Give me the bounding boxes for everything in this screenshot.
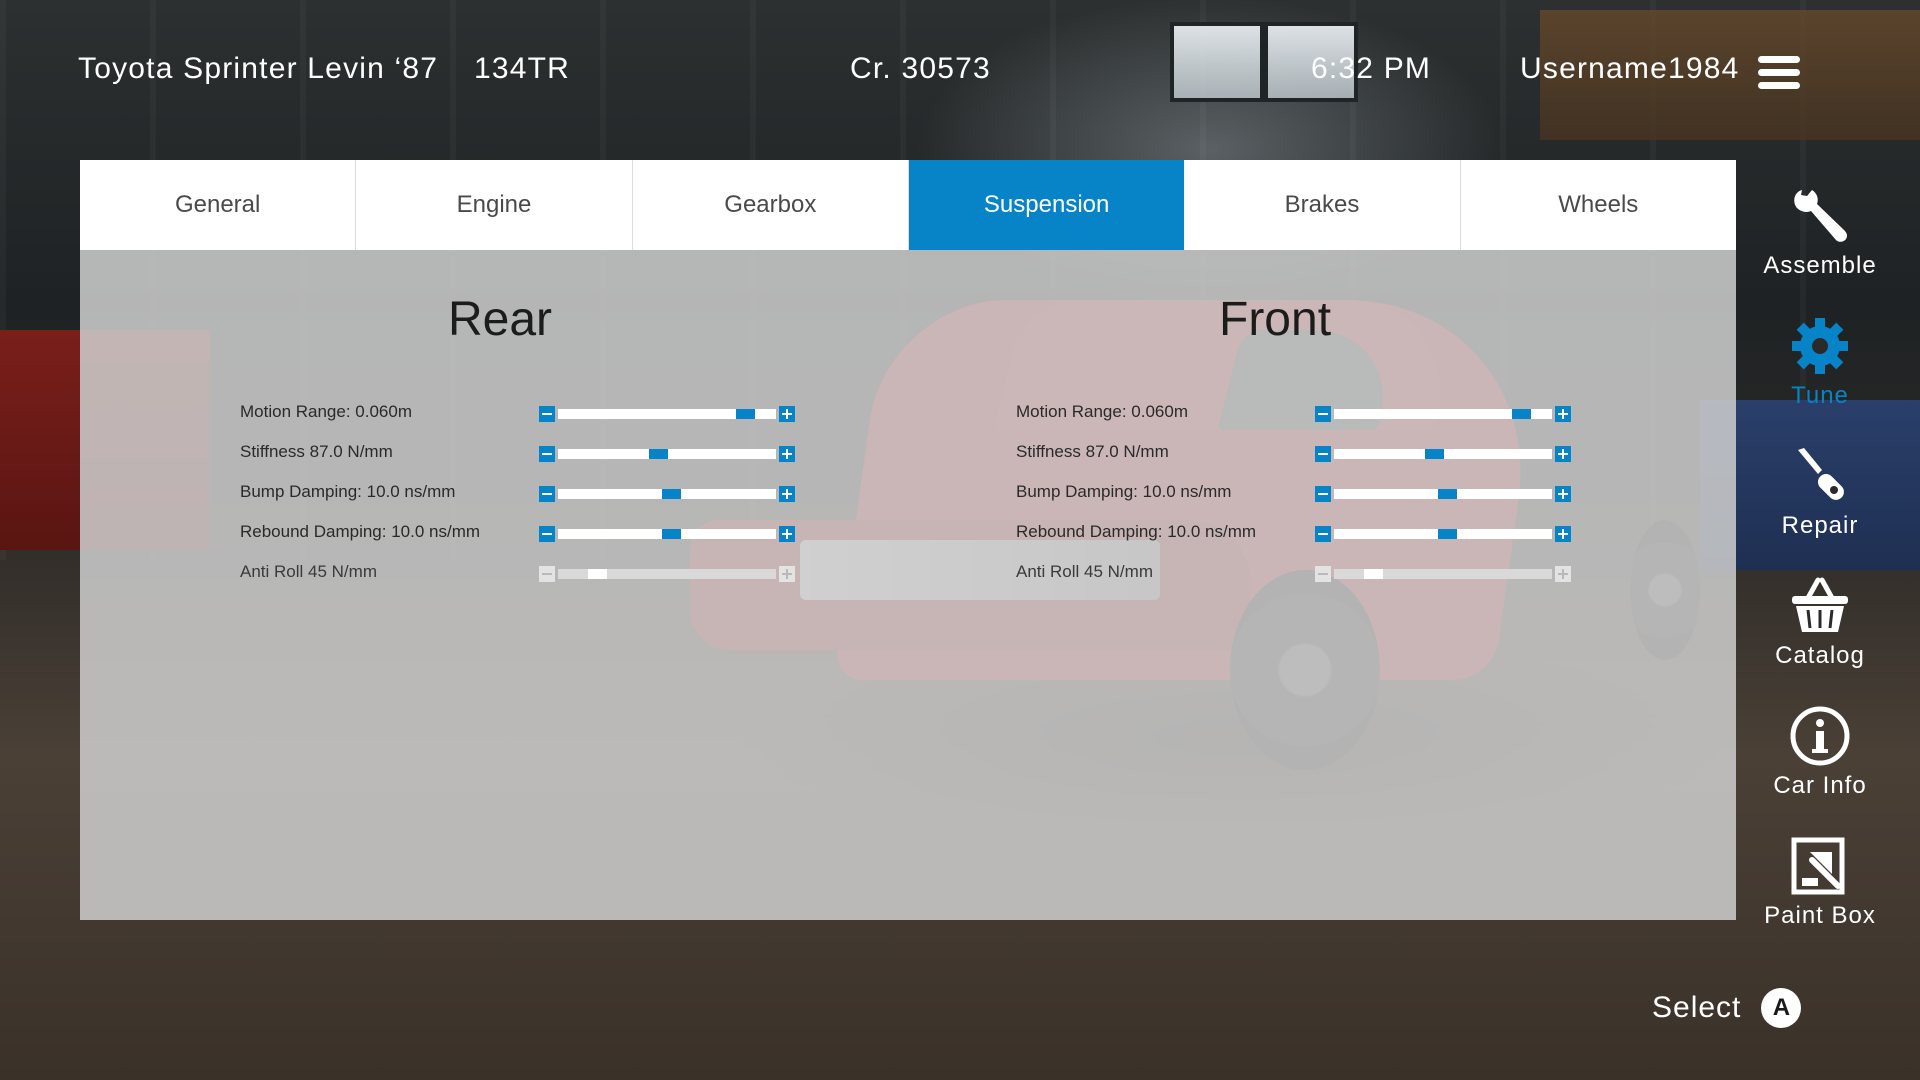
username: Username1984	[1520, 52, 1740, 85]
tab-general[interactable]: General	[80, 160, 357, 250]
plus-icon[interactable]	[779, 526, 795, 542]
suspension-settings: Rear Front Motion Range: 0.060m Stiffnes…	[80, 250, 1736, 920]
slider-thumb[interactable]	[1438, 489, 1458, 499]
slider-track[interactable]	[558, 489, 776, 499]
credits-balance: Cr. 30573	[850, 52, 991, 85]
rear-stiffness-slider[interactable]	[539, 446, 795, 462]
hamburger-menu-icon[interactable]	[1758, 56, 1800, 94]
side-menu-label: Assemble	[1763, 252, 1877, 279]
tab-bar: General Engine Gearbox Suspension Brakes…	[80, 160, 1736, 250]
front-motion-range-label: Motion Range: 0.060m	[1016, 402, 1188, 421]
side-menu-assemble[interactable]: Assemble	[1755, 184, 1885, 280]
minus-icon[interactable]	[539, 446, 555, 462]
tab-engine[interactable]: Engine	[356, 160, 633, 250]
slider-thumb[interactable]	[1438, 529, 1458, 539]
minus-icon[interactable]	[1315, 526, 1331, 542]
side-menu-tune[interactable]: Tune	[1755, 314, 1885, 410]
minus-icon[interactable]	[1315, 486, 1331, 502]
rear-motion-range-label: Motion Range: 0.060m	[240, 402, 412, 421]
front-motion-range-slider[interactable]	[1315, 406, 1571, 422]
side-menu-car-info[interactable]: Car Info	[1755, 704, 1885, 800]
wrench-icon	[1794, 190, 1848, 242]
slider-track[interactable]	[1334, 449, 1552, 459]
minus-icon[interactable]	[1315, 446, 1331, 462]
clock: 6:32 PM	[1311, 52, 1432, 85]
slider-track[interactable]	[1334, 529, 1552, 539]
slider-thumb[interactable]	[662, 489, 682, 499]
gear-icon	[1792, 318, 1848, 374]
rear-motion-range-slider[interactable]	[539, 406, 795, 422]
rear-stiffness-label: Stiffness 87.0 N/mm	[240, 442, 393, 461]
front-anti-roll-slider	[1315, 566, 1571, 582]
slider-thumb[interactable]	[1425, 449, 1445, 459]
side-menu-label: Paint Box	[1764, 902, 1876, 929]
plus-icon[interactable]	[1555, 446, 1571, 462]
front-stiffness-label: Stiffness 87.0 N/mm	[1016, 442, 1169, 461]
slider-thumb	[588, 569, 608, 579]
slider-track[interactable]	[558, 409, 776, 419]
plus-icon[interactable]	[1555, 486, 1571, 502]
side-menu-paint-box[interactable]: Paint Box	[1755, 834, 1885, 930]
select-label: Select	[1652, 991, 1742, 1024]
basket-icon	[1792, 577, 1848, 632]
side-menu-label: Repair	[1781, 512, 1859, 539]
tab-wheels[interactable]: Wheels	[1461, 160, 1736, 250]
side-menu-catalog[interactable]: Catalog	[1755, 574, 1885, 670]
rear-bump-damping-label: Bump Damping: 10.0 ns/mm	[240, 482, 456, 501]
plus-icon[interactable]	[779, 406, 795, 422]
side-menu-label: Catalog	[1775, 642, 1865, 669]
car-code: 134TR	[474, 52, 571, 85]
front-stiffness-slider[interactable]	[1315, 446, 1571, 462]
slider-track[interactable]	[558, 529, 776, 539]
plus-icon	[1555, 566, 1571, 582]
slider-track[interactable]	[558, 449, 776, 459]
slider-track	[1334, 569, 1552, 579]
slider-thumb	[1364, 569, 1384, 579]
minus-icon[interactable]	[539, 406, 555, 422]
minus-icon[interactable]	[539, 526, 555, 542]
slider-thumb[interactable]	[649, 449, 669, 459]
car-name: Toyota Sprinter Levin ‘87	[78, 52, 439, 85]
front-anti-roll-label: Anti Roll 45 N/mm	[1016, 562, 1153, 581]
paint-box-icon	[1791, 837, 1845, 895]
side-menu-label: Tune	[1791, 382, 1849, 409]
slider-thumb[interactable]	[1512, 409, 1532, 419]
tab-suspension[interactable]: Suspension	[908, 160, 1185, 250]
screwdriver-icon	[1798, 448, 1844, 500]
tab-gearbox[interactable]: Gearbox	[633, 160, 909, 250]
rear-rebound-damping-slider[interactable]	[539, 526, 795, 542]
tuning-panel: General Engine Gearbox Suspension Brakes…	[80, 160, 1736, 920]
info-icon	[1790, 706, 1850, 766]
plus-icon[interactable]	[779, 486, 795, 502]
side-menu-repair[interactable]: Repair	[1755, 444, 1885, 540]
slider-thumb[interactable]	[662, 529, 682, 539]
front-bump-damping-slider[interactable]	[1315, 486, 1571, 502]
slider-thumb[interactable]	[736, 409, 756, 419]
slider-track[interactable]	[1334, 409, 1552, 419]
minus-icon[interactable]	[539, 486, 555, 502]
front-rebound-damping-slider[interactable]	[1315, 526, 1571, 542]
rear-rebound-damping-label: Rebound Damping: 10.0 ns/mm	[240, 522, 481, 541]
select-prompt: Select A	[1652, 988, 1802, 1028]
slider-track	[558, 569, 776, 579]
rear-anti-roll-slider	[539, 566, 795, 582]
minus-icon	[1315, 566, 1331, 582]
slider-track[interactable]	[1334, 489, 1552, 499]
a-button-icon[interactable]: A	[1761, 988, 1802, 1028]
minus-icon	[539, 566, 555, 582]
side-menu-label: Car Info	[1773, 772, 1867, 799]
rear-title: Rear	[448, 293, 553, 346]
rear-bump-damping-slider[interactable]	[539, 486, 795, 502]
front-title: Front	[1219, 293, 1332, 346]
tab-brakes[interactable]: Brakes	[1184, 160, 1461, 250]
plus-icon[interactable]	[1555, 406, 1571, 422]
rear-anti-roll-label: Anti Roll 45 N/mm	[240, 562, 377, 581]
minus-icon[interactable]	[1315, 406, 1331, 422]
plus-icon[interactable]	[1555, 526, 1571, 542]
plus-icon	[779, 566, 795, 582]
front-bump-damping-label: Bump Damping: 10.0 ns/mm	[1016, 482, 1232, 501]
front-rebound-damping-label: Rebound Damping: 10.0 ns/mm	[1016, 522, 1257, 541]
plus-icon[interactable]	[779, 446, 795, 462]
